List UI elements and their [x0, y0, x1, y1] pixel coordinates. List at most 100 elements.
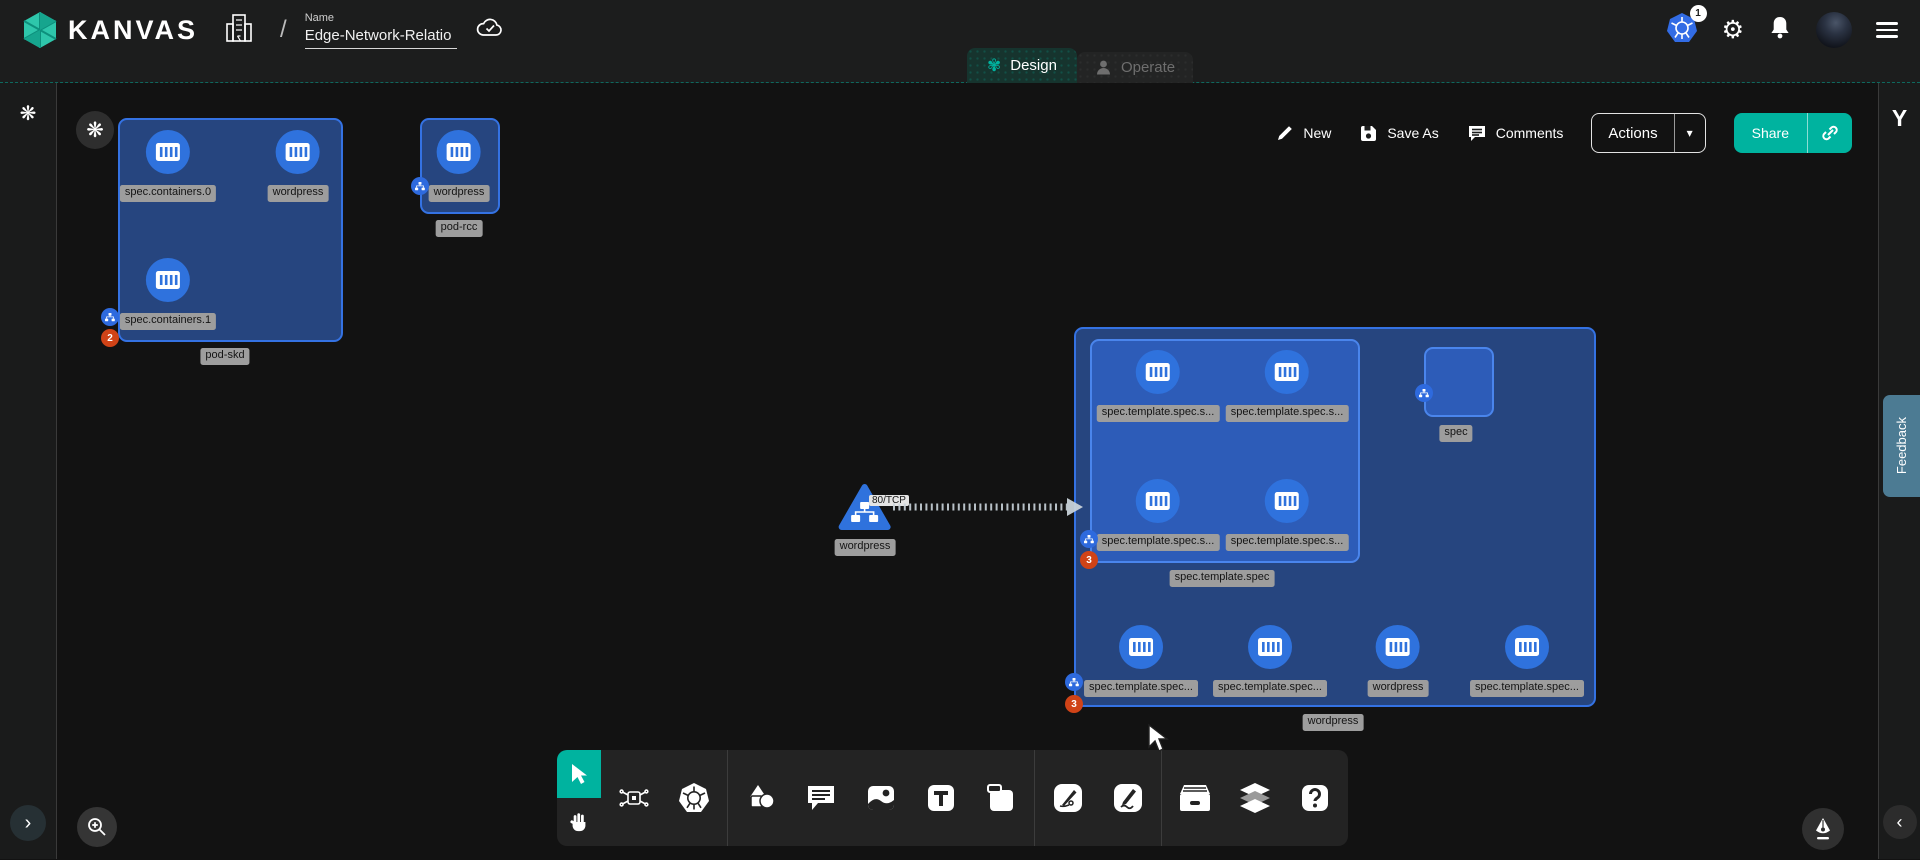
- kubernetes-context-button[interactable]: 1: [1666, 12, 1698, 49]
- node-label: spec.template.spec.s...: [1226, 534, 1349, 551]
- node-spec-containers-0[interactable]: spec.containers.0: [120, 130, 216, 202]
- node-label: wordpress: [429, 185, 490, 202]
- feedback-tab[interactable]: Feedback: [1883, 395, 1920, 497]
- avatar[interactable]: [1816, 12, 1852, 48]
- save-as-button[interactable]: Save As: [1359, 124, 1438, 143]
- cloud-sync-icon: [475, 16, 505, 45]
- operate-person-icon: [1095, 59, 1112, 76]
- right-rail: Y Feedback ‹: [1878, 83, 1920, 859]
- container-icon: [1265, 350, 1309, 394]
- kubernetes-tool-icon[interactable]: [677, 781, 711, 815]
- mode-tabs: ✾ Design Operate: [967, 48, 1193, 83]
- group-label-pod-rcc: pod-rcc: [436, 220, 483, 237]
- design-name-block: Name: [305, 12, 457, 49]
- zoom-in-button[interactable]: [77, 807, 117, 847]
- notifications-bell-icon[interactable]: [1768, 15, 1792, 46]
- copy-link-icon[interactable]: [1807, 113, 1852, 153]
- node-label: spec.template.spec...: [1470, 680, 1584, 697]
- group-spec[interactable]: [1424, 347, 1494, 417]
- app-header: KANVAS / Name: [0, 0, 1920, 83]
- node-wordpress-2[interactable]: wordpress: [429, 130, 490, 202]
- share-button[interactable]: Share: [1734, 113, 1852, 153]
- error-count-badge[interactable]: 2: [101, 329, 119, 347]
- container-icon: [1376, 625, 1420, 669]
- layers-icon[interactable]: [1238, 781, 1272, 815]
- error-count-badge[interactable]: 3: [1080, 551, 1098, 569]
- container-icon: [1119, 625, 1163, 669]
- pen-tool-icon[interactable]: [1051, 781, 1085, 815]
- new-button[interactable]: New: [1276, 124, 1331, 142]
- y-panel-icon[interactable]: Y: [1892, 105, 1907, 132]
- brand-text: KANVAS: [68, 15, 198, 46]
- edge-service-to-deployment: [883, 491, 1089, 523]
- tool-select-cursor[interactable]: [557, 750, 601, 798]
- archive-icon[interactable]: [1178, 781, 1212, 815]
- chevron-down-icon[interactable]: ▾: [1674, 114, 1705, 152]
- container-icon: [1136, 350, 1180, 394]
- collapse-right-panel-button[interactable]: ‹: [1883, 805, 1917, 839]
- container-icon: [1505, 625, 1549, 669]
- note-shape-icon[interactable]: [984, 781, 1018, 815]
- mouse-cursor: [1145, 723, 1171, 753]
- pencil-icon: [1276, 124, 1294, 142]
- hamburger-menu-icon[interactable]: [1876, 22, 1898, 38]
- organization-icon[interactable]: [224, 12, 254, 49]
- node-template-2[interactable]: spec.template.spec.s...: [1097, 479, 1220, 551]
- pencil-draw-icon[interactable]: [1111, 781, 1145, 815]
- toolbar-section-draw: [1034, 750, 1161, 846]
- design-canvas[interactable]: New Save As Comments Actions ▾: [57, 83, 1878, 859]
- group-label-spec-template-spec: spec.template.spec: [1170, 570, 1275, 587]
- canvas-context-asterisk-icon[interactable]: ❋: [76, 111, 114, 149]
- design-flower-icon: ✾: [987, 57, 1001, 74]
- breadcrumb-separator: /: [280, 16, 287, 44]
- actions-dropdown[interactable]: Actions ▾: [1591, 113, 1705, 153]
- comment-tool-icon[interactable]: [804, 781, 838, 815]
- comment-icon: [1467, 124, 1487, 143]
- meshery-spiral-icon[interactable]: ❋: [20, 101, 37, 126]
- design-name-input[interactable]: [305, 26, 457, 49]
- node-label: wordpress: [835, 539, 896, 556]
- error-count-badge[interactable]: 3: [1065, 695, 1083, 713]
- node-wordpress-1[interactable]: wordpress: [268, 130, 329, 202]
- text-tool-icon[interactable]: [924, 781, 958, 815]
- components-chip-icon[interactable]: [617, 781, 651, 815]
- tab-operate[interactable]: Operate: [1077, 52, 1193, 83]
- container-icon: [146, 258, 190, 302]
- pen-nib-button[interactable]: [1802, 808, 1844, 850]
- node-deploy-2[interactable]: wordpress: [1368, 625, 1429, 697]
- image-tool-icon[interactable]: [864, 781, 898, 815]
- node-service-wordpress[interactable]: wordpress: [835, 483, 896, 556]
- node-deploy-0[interactable]: spec.template.spec...: [1084, 625, 1198, 697]
- node-template-0[interactable]: spec.template.spec.s...: [1097, 350, 1220, 422]
- node-label: spec.template.spec...: [1213, 680, 1327, 697]
- node-deploy-3[interactable]: spec.template.spec...: [1470, 625, 1584, 697]
- expand-left-panel-button[interactable]: ›: [10, 805, 46, 841]
- kanvas-logo[interactable]: KANVAS: [22, 11, 198, 49]
- container-icon: [146, 130, 190, 174]
- node-spec-containers-1[interactable]: spec.containers.1: [120, 258, 216, 330]
- node-label: wordpress: [1368, 680, 1429, 697]
- node-label: spec.containers.0: [120, 185, 216, 202]
- node-label: spec.template.spec.s...: [1097, 534, 1220, 551]
- hierarchy-badge[interactable]: [101, 308, 119, 326]
- tab-design[interactable]: ✾ Design: [967, 48, 1077, 83]
- help-icon[interactable]: [1298, 781, 1332, 815]
- node-label: spec.containers.1: [120, 313, 216, 330]
- tool-pan-hand[interactable]: [557, 798, 601, 846]
- container-icon: [1136, 479, 1180, 523]
- settings-gear-icon[interactable]: ⚙: [1722, 18, 1744, 43]
- toolbar-section-components: [601, 750, 727, 846]
- group-label-pod-skd: pod-skd: [200, 348, 249, 365]
- shapes-icon[interactable]: [744, 781, 778, 815]
- hierarchy-badge[interactable]: [1080, 530, 1098, 548]
- node-deploy-1[interactable]: spec.template.spec...: [1213, 625, 1327, 697]
- node-template-1[interactable]: spec.template.spec.s...: [1226, 350, 1349, 422]
- hierarchy-badge[interactable]: [1415, 384, 1433, 402]
- container-icon: [1248, 625, 1292, 669]
- node-template-3[interactable]: spec.template.spec.s...: [1226, 479, 1349, 551]
- hierarchy-badge[interactable]: [1065, 673, 1083, 691]
- hierarchy-badge[interactable]: [411, 177, 429, 195]
- edge-port-label: 80/TCP: [869, 495, 909, 506]
- comments-button[interactable]: Comments: [1467, 124, 1564, 143]
- container-icon: [437, 130, 481, 174]
